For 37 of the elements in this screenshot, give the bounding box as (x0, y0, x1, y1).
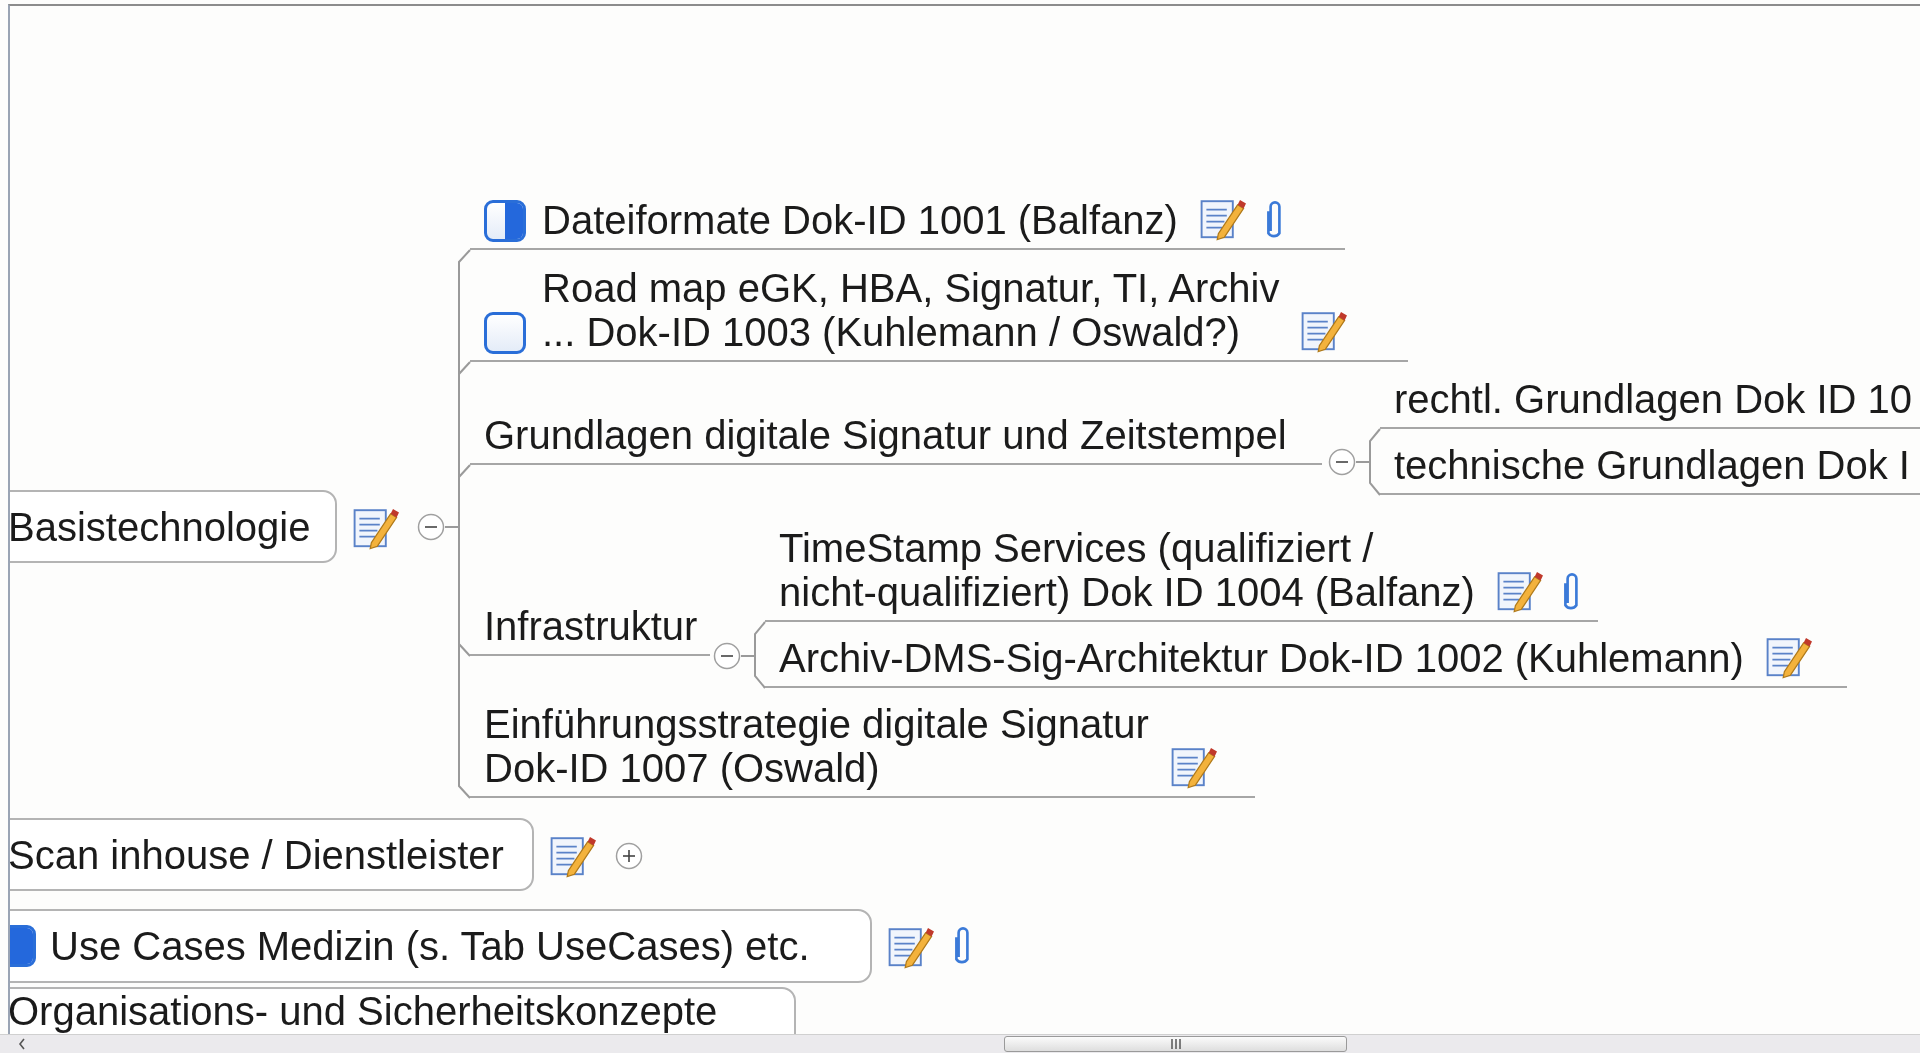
topic-text: Infrastruktur (484, 604, 698, 648)
collapse-icon[interactable] (713, 642, 741, 670)
topic-box[interactable]: Scan inhouse / Dienstleister (10, 818, 534, 891)
horizontal-scrollbar[interactable] (0, 1034, 1920, 1053)
progress-box[interactable] (484, 200, 526, 242)
topic-box[interactable]: Basistechnologie (10, 490, 337, 563)
progress-box[interactable] (484, 312, 526, 354)
topic-node[interactable]: TimeStamp Services (qualifiziert / nicht-qualifiziert) Dok ID 1004 (Balfanz) (765, 526, 1598, 622)
topic-box[interactable]: Organisations- und Sicherheitskonzepte (10, 987, 796, 1034)
grip-icon (1169, 1039, 1182, 1049)
topic-node[interactable]: Dateiformate Dok-ID 1001 (Balfanz) (470, 190, 1345, 250)
topic-text: Grundlagen digitale Signatur und Zeitstempel (484, 413, 1287, 457)
topic-text: Scan inhouse / Dienstleister (10, 832, 504, 877)
scroll-left-icon[interactable] (18, 1038, 26, 1050)
topic-node[interactable]: Road map eGK, HBA, Signatur, TI, Archiv ... Dok-ID 1003 (Kuhlemann / Oswald?) (470, 266, 1408, 362)
topic-text: technische Grundlagen Dok I (1394, 443, 1910, 487)
scrollbar-thumb[interactable] (1004, 1036, 1347, 1052)
connector-line (740, 655, 766, 689)
expand-icon[interactable] (615, 842, 643, 870)
topic-text: Road map eGK, HBA, Signatur, TI, Archiv ... Dok-ID 1003 (Kuhlemann / Oswald?) (542, 266, 1280, 354)
topic-node[interactable]: Grundlagen digitale Signatur und Zeitstempel (470, 408, 1322, 465)
topic-text: Use Cases Medizin (s. Tab UseCases) etc. (50, 924, 810, 968)
topic-text: Archiv-DMS-Sig-Architektur Dok-ID 1002 (Kuhlemann) (779, 636, 1744, 680)
topic-box[interactable]: Use Cases Medizin (s. Tab UseCases) etc. (10, 909, 872, 983)
collapse-icon[interactable] (1328, 448, 1356, 476)
topic-node[interactable]: Archiv-DMS-Sig-Architektur Dok-ID 1002 (Kuhlemann) (765, 636, 1847, 688)
topic-text: Organisations- und Sicherheitskonzepte (10, 991, 718, 1031)
topic-node[interactable]: Infrastruktur (470, 605, 710, 656)
topic-text: rechtl. Grundlagen Dok ID 10 (1394, 377, 1913, 421)
topic-text: Basistechnologie (10, 504, 311, 549)
topic-text: Einführungsstrategie digitale Signatur Dok-ID 1007 (Oswald) (484, 702, 1149, 790)
topic-text: Dateiformate Dok-ID 1001 (Balfanz) (542, 198, 1178, 242)
topic-text: TimeStamp Services (qualifiziert / nicht-qualifiziert) Dok ID 1004 (Balfanz) (779, 526, 1475, 614)
topic-node[interactable]: rechtl. Grundlagen Dok ID 10 (1380, 380, 1920, 429)
collapse-icon[interactable] (417, 513, 445, 541)
topic-node[interactable]: Einführungsstrategie digitale Signatur Dok-ID 1007 (Oswald) (470, 702, 1255, 798)
topic-node[interactable]: technische Grundlagen Dok I (1380, 440, 1920, 495)
